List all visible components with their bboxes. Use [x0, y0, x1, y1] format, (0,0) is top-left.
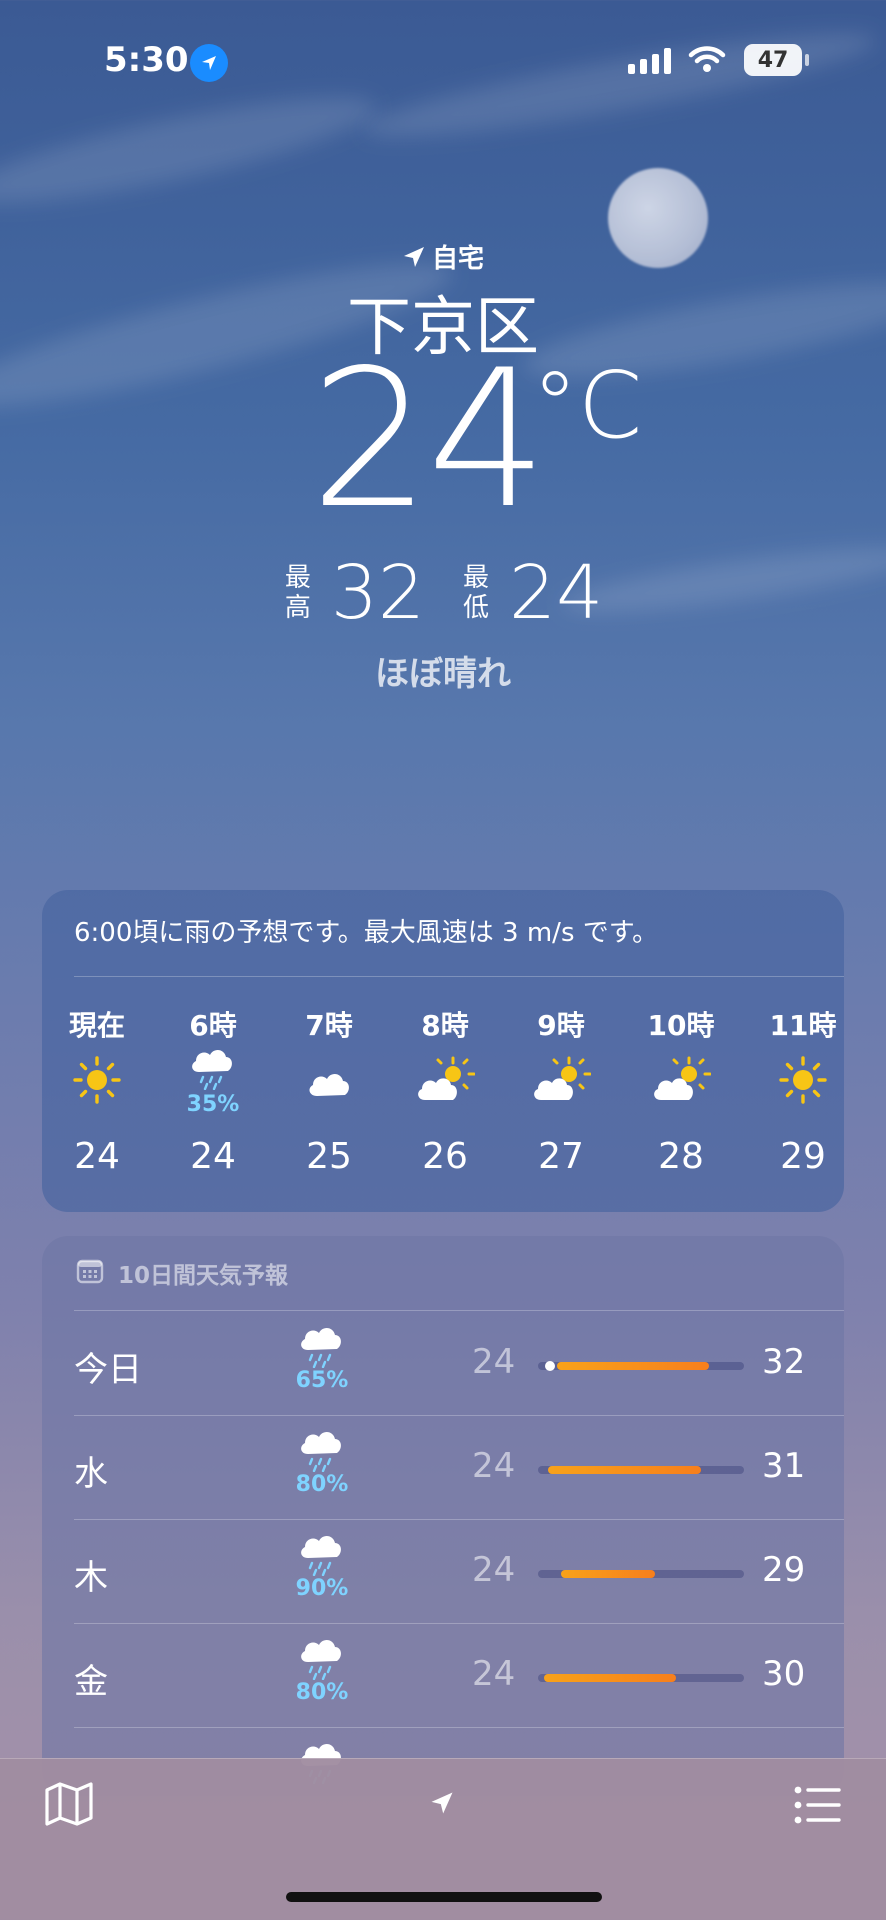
- high-temperature: 32: [330, 550, 425, 636]
- city-list-button[interactable]: [794, 1785, 842, 1829]
- temperature-range-bar: [538, 1466, 744, 1474]
- sun-icon: [778, 1055, 828, 1105]
- current-location-button[interactable]: [428, 1789, 456, 1821]
- day-name: 水: [74, 1454, 108, 1494]
- hour-label: 現在: [68, 1009, 125, 1042]
- day-name: 金: [74, 1662, 108, 1702]
- hour-temperature: 25: [306, 1136, 352, 1177]
- status-time: 5:30: [104, 40, 189, 80]
- hour-weather-icon: [390, 1044, 500, 1116]
- hour-label: 8時: [421, 1009, 469, 1042]
- hourly-forecast-card[interactable]: 6:00頃に雨の予想です。最大風速は 3 m/s です。 現在 24 6時 35% 24…: [42, 890, 844, 1212]
- cellular-signal-icon: [628, 48, 671, 74]
- battery-indicator: 47: [744, 44, 802, 76]
- hour-temperature: 29: [780, 1136, 826, 1177]
- home-location-label: 自宅: [0, 238, 886, 275]
- temperature-range-bar: [538, 1570, 744, 1578]
- partly-cloudy-icon: [531, 1056, 591, 1104]
- temperature-range-fill: [544, 1674, 676, 1682]
- day-name: 木: [74, 1558, 108, 1598]
- sun-icon: [72, 1055, 122, 1105]
- hour-weather-icon: [748, 1044, 844, 1116]
- temperature-range-fill: [548, 1466, 701, 1474]
- day-low-temperature: 24: [472, 1446, 516, 1486]
- card-divider: [74, 1310, 844, 1311]
- hour-label: 9時: [537, 1009, 585, 1042]
- day-weather-icon: 80%: [272, 1634, 372, 1705]
- day-high-temperature: 31: [762, 1446, 806, 1486]
- precipitation-chance: 90%: [295, 1576, 349, 1601]
- status-bar: 5:30 47: [0, 0, 886, 120]
- day-row[interactable]: 水 80% 24 31: [42, 1416, 844, 1520]
- day-high-temperature: 32: [762, 1342, 806, 1382]
- location-arrow-icon: [403, 246, 424, 267]
- location-arrow-icon: [431, 1792, 453, 1814]
- hour-label: 7時: [305, 1009, 353, 1042]
- day-row[interactable]: 金 80% 24 30: [42, 1624, 844, 1728]
- battery-nub: [805, 54, 809, 66]
- rain-cloud-icon: [296, 1634, 348, 1680]
- hour-temperature: 27: [538, 1136, 584, 1177]
- hour-weather-icon: [506, 1044, 616, 1116]
- hour-weather-icon: 35%: [158, 1044, 268, 1117]
- day-low-temperature: 24: [472, 1342, 516, 1382]
- day-low-temperature: 24: [472, 1550, 516, 1590]
- map-button[interactable]: [44, 1781, 94, 1831]
- map-icon: [45, 1782, 93, 1826]
- day-row[interactable]: 今日 65% 24 32: [42, 1312, 844, 1416]
- row-divider: [74, 1727, 844, 1728]
- precipitation-chance: 80%: [295, 1472, 349, 1497]
- hour-temperature: 24: [74, 1136, 120, 1177]
- temperature-unit: °C: [532, 352, 643, 459]
- precipitation-chance: 35%: [186, 1091, 240, 1117]
- home-label-text: 自宅: [431, 244, 484, 274]
- low-temperature: 24: [509, 550, 604, 636]
- list-icon: [794, 1786, 841, 1824]
- day-row[interactable]: 木 90% 24 29: [42, 1520, 844, 1624]
- daily-forecast-title: 10日間天気予報: [118, 1263, 289, 1289]
- partly-cloudy-icon: [651, 1056, 711, 1104]
- low-label: 最 低: [462, 563, 489, 623]
- temperature-range-bar: [538, 1361, 744, 1371]
- high-low-row: 最 高 32 最 低 24: [0, 556, 886, 630]
- location-active-icon: [190, 44, 228, 82]
- rain-cloud-icon: [187, 1044, 239, 1090]
- hour-temperature: 24: [190, 1136, 236, 1177]
- home-indicator: [286, 1892, 602, 1902]
- day-name: 今日: [74, 1350, 142, 1390]
- temperature-range-fill: [560, 1570, 656, 1578]
- hour-temperature: 28: [658, 1136, 704, 1177]
- partly-cloudy-icon: [415, 1056, 475, 1104]
- day-high-temperature: 30: [762, 1654, 806, 1694]
- hourly-summary: 6:00頃に雨の予想です。最大風速は 3 m/s です。: [74, 918, 659, 948]
- hour-weather-icon: [626, 1044, 736, 1116]
- day-high-temperature: 29: [762, 1550, 806, 1590]
- daily-forecast-card[interactable]: 10日間天気予報 今日 65% 24 32 水 80% 24 31 木 90% 24 29 金 80% 24…: [42, 1236, 844, 1796]
- hour-weather-icon: [42, 1044, 152, 1116]
- temperature-range-fill: [556, 1362, 709, 1370]
- day-weather-icon: 65%: [272, 1322, 372, 1393]
- temperature-range-bar: [538, 1674, 744, 1682]
- calendar-icon: [76, 1259, 104, 1284]
- wifi-icon: [688, 44, 726, 78]
- hour-temperature: 26: [422, 1136, 468, 1177]
- rain-cloud-icon: [296, 1530, 348, 1576]
- cloud-icon: [301, 1058, 357, 1102]
- current-temp-dot: [545, 1361, 556, 1371]
- precipitation-chance: 80%: [295, 1680, 349, 1705]
- hour-label: 11時: [769, 1009, 837, 1042]
- rain-cloud-icon: [296, 1322, 348, 1368]
- day-weather-icon: 80%: [272, 1426, 372, 1497]
- precipitation-chance: 65%: [295, 1368, 349, 1393]
- card-divider: [74, 976, 844, 977]
- hour-label: 6時: [189, 1009, 237, 1042]
- hour-weather-icon: [274, 1044, 384, 1116]
- current-temperature: 24: [310, 329, 548, 550]
- high-label: 最 高: [284, 563, 311, 623]
- day-weather-icon: 90%: [272, 1530, 372, 1601]
- day-low-temperature: 24: [472, 1654, 516, 1694]
- rain-cloud-icon: [296, 1426, 348, 1472]
- weather-condition: ほぼ晴れ: [375, 654, 511, 694]
- hour-label: 10時: [647, 1009, 715, 1042]
